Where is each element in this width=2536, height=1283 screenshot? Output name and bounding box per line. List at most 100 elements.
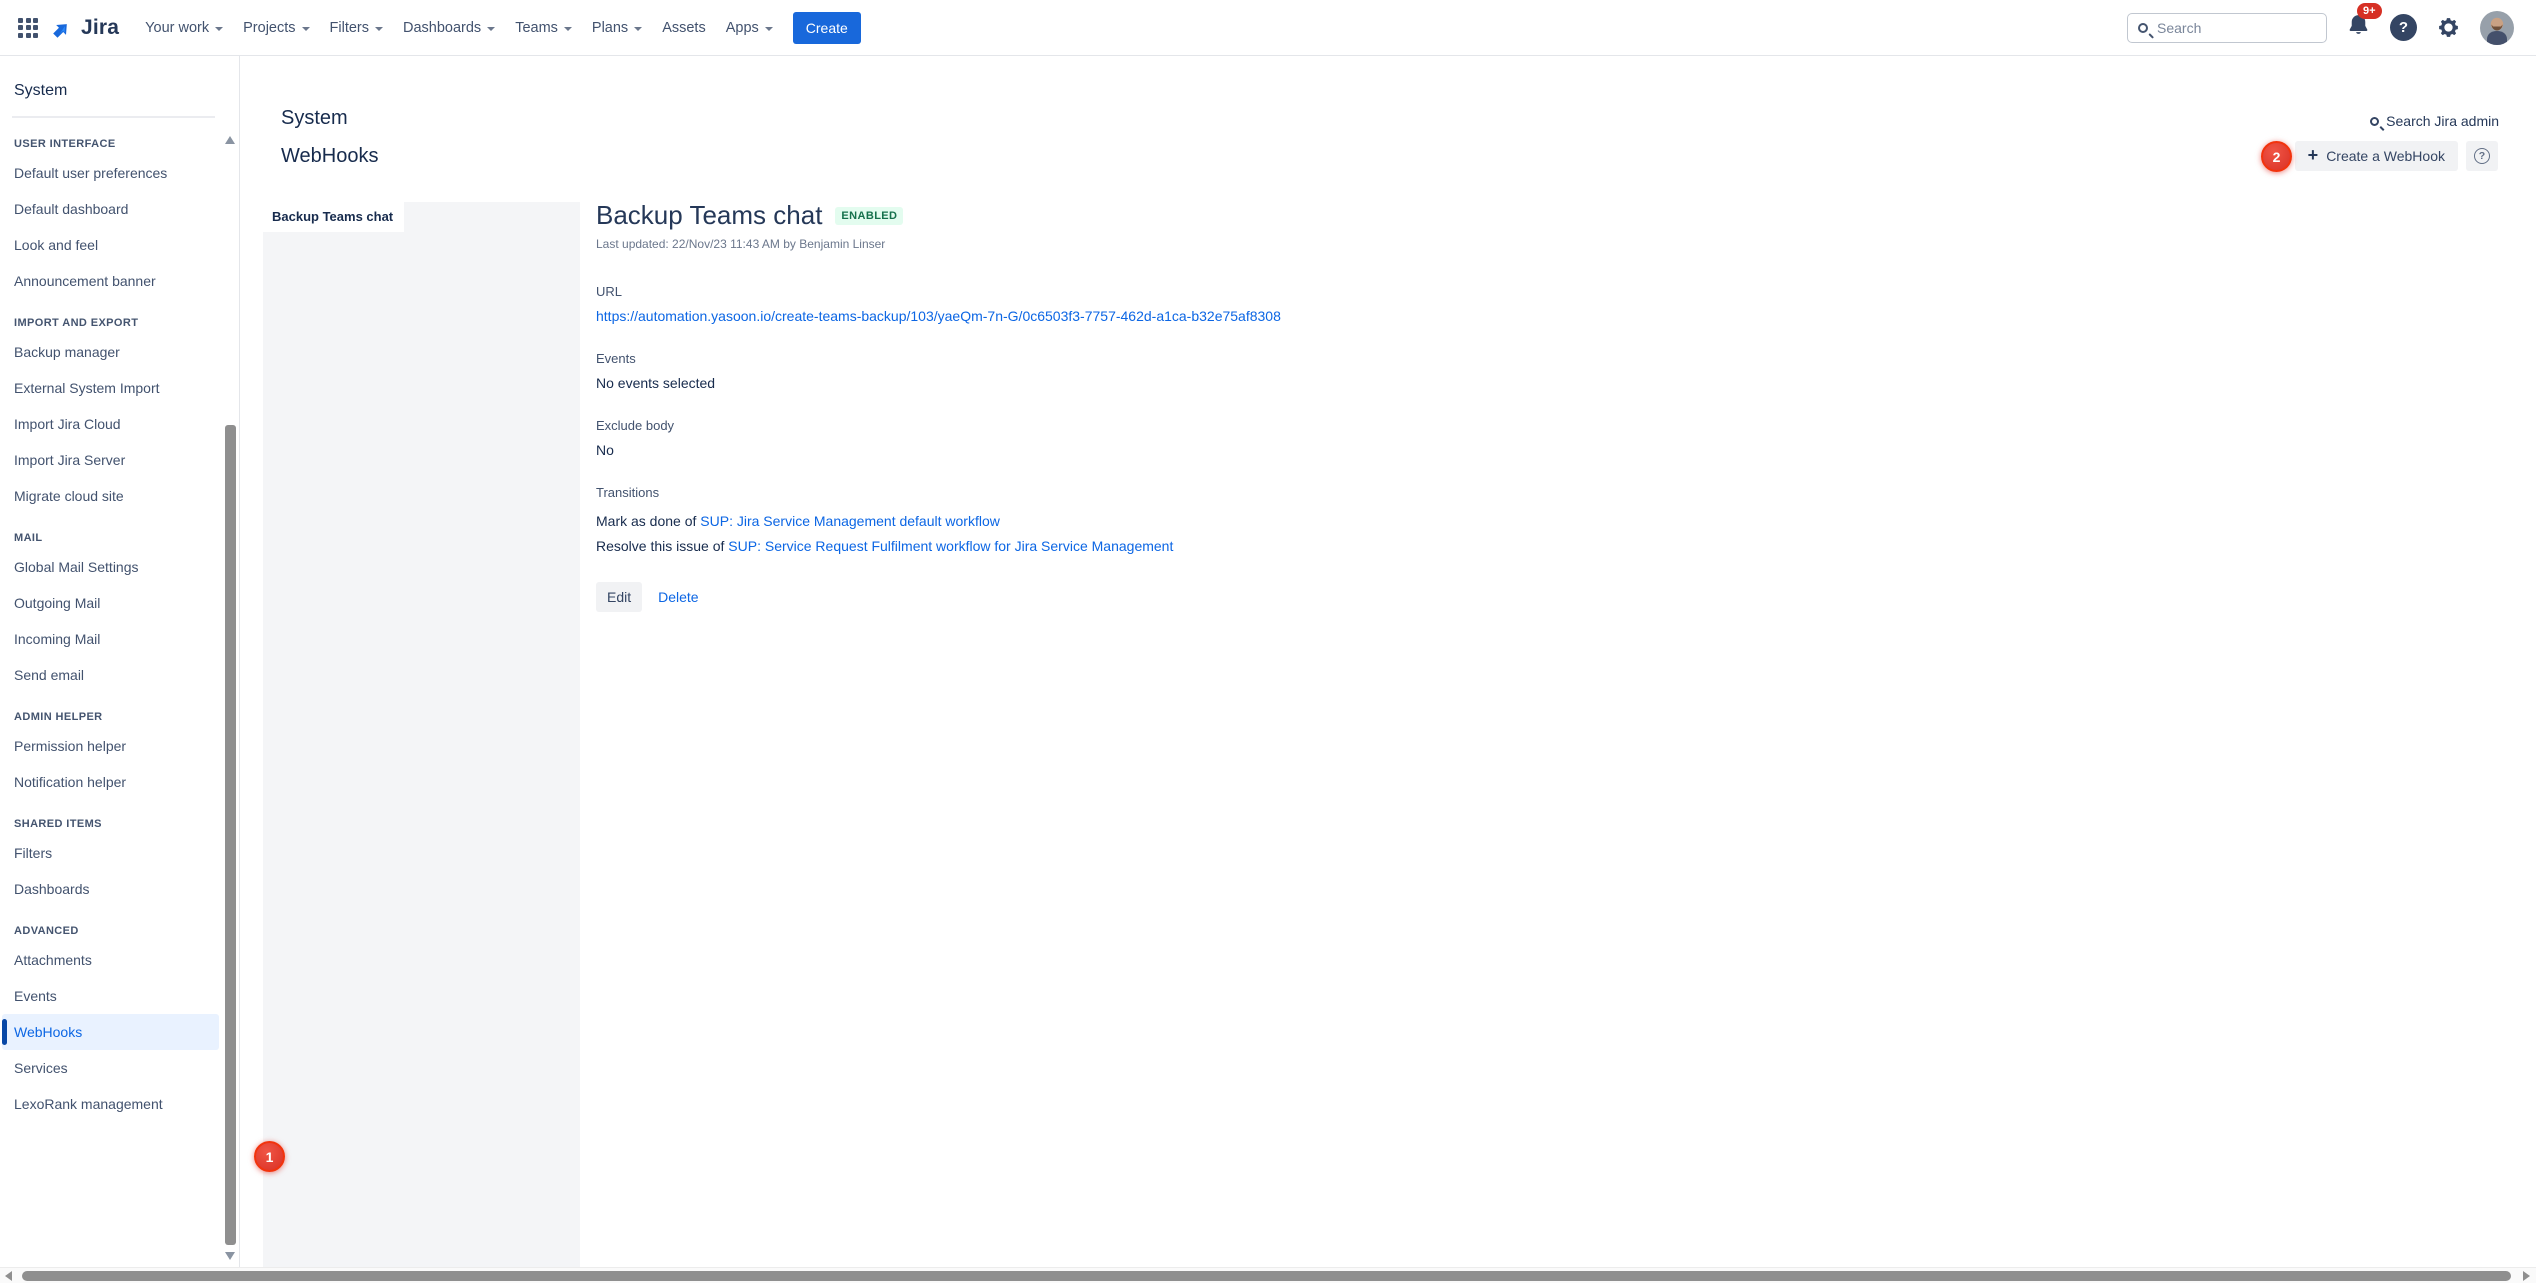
webhook-detail: Backup Teams chat ENABLED Last updated: … <box>596 200 2046 612</box>
exclude-body-label: Exclude body <box>596 418 2046 433</box>
scroll-left-arrow-icon[interactable] <box>5 1271 12 1281</box>
scroll-down-arrow-icon[interactable] <box>225 1252 235 1260</box>
annotation-step-2: 2 <box>2261 141 2292 172</box>
webhook-url-link[interactable]: https://automation.yasoon.io/create-team… <box>596 308 1281 324</box>
sidebar-item-webhooks[interactable]: WebHooks <box>2 1014 219 1050</box>
sidebar-item-events[interactable]: Events <box>0 978 239 1014</box>
main-content: System WebHooks Search Jira admin + Crea… <box>241 56 2536 1267</box>
events-label: Events <box>596 351 2046 366</box>
page-context: System <box>281 107 348 130</box>
chevron-down-icon <box>765 27 773 31</box>
create-button[interactable]: Create <box>793 12 861 44</box>
top-navigation-bar: Jira Your work Projects Filters Dashboar… <box>0 0 2536 56</box>
nav-teams[interactable]: Teams <box>505 11 582 45</box>
webhook-actions: + Create a WebHook ? <box>2295 141 2498 171</box>
sidebar-item-global-mail-settings[interactable]: Global Mail Settings <box>0 549 239 585</box>
last-updated-text: Last updated: 22/Nov/23 11:43 AM by Benj… <box>596 237 2046 251</box>
topbar-right-group: 9+ ? <box>2127 11 2522 45</box>
sidebar-scrollbar-thumb[interactable] <box>225 425 236 1245</box>
webhook-title: Backup Teams chat <box>596 200 822 231</box>
question-mark-icon: ? <box>2399 19 2408 36</box>
sidebar-item-permission-helper[interactable]: Permission helper <box>0 728 239 764</box>
sidebar-item-notification-helper[interactable]: Notification helper <box>0 764 239 800</box>
create-webhook-button[interactable]: + Create a WebHook <box>2295 141 2458 171</box>
sidebar-item-default-dashboard[interactable]: Default dashboard <box>0 191 239 227</box>
sidebar-item-send-email[interactable]: Send email <box>0 657 239 693</box>
sidebar-section-mail: MAIL <box>0 514 239 549</box>
sidebar-item-default-user-preferences[interactable]: Default user preferences <box>0 155 239 191</box>
sidebar-item-migrate-cloud-site[interactable]: Migrate cloud site <box>0 478 239 514</box>
sidebar-item-external-system-import[interactable]: External System Import <box>0 370 239 406</box>
sidebar-item-backup-manager[interactable]: Backup manager <box>0 334 239 370</box>
sidebar-item-look-and-feel[interactable]: Look and feel <box>0 227 239 263</box>
webhook-tab-backup-teams-chat[interactable]: Backup Teams chat <box>263 202 404 232</box>
notifications-button[interactable]: 9+ <box>2346 13 2371 43</box>
sidebar-item-lexorank-management[interactable]: LexoRank management <box>0 1086 239 1122</box>
scroll-right-arrow-icon[interactable] <box>2523 1271 2530 1281</box>
page-title: WebHooks <box>281 145 378 168</box>
sidebar-item-outgoing-mail[interactable]: Outgoing Mail <box>0 585 239 621</box>
horizontal-scrollbar <box>0 1267 2536 1283</box>
sidebar-item-incoming-mail[interactable]: Incoming Mail <box>0 621 239 657</box>
sidebar-item-import-jira-cloud[interactable]: Import Jira Cloud <box>0 406 239 442</box>
search-jira-admin-link[interactable]: Search Jira admin <box>2370 113 2499 129</box>
chevron-down-icon <box>375 27 383 31</box>
nav-apps[interactable]: Apps <box>716 11 783 45</box>
sidebar-item-attachments[interactable]: Attachments <box>0 942 239 978</box>
nav-projects[interactable]: Projects <box>233 11 319 45</box>
horizontal-scrollbar-thumb[interactable] <box>22 1271 2511 1281</box>
search-input[interactable] <box>2157 20 2307 36</box>
nav-assets[interactable]: Assets <box>652 11 716 45</box>
jira-logo-icon <box>50 15 76 41</box>
transitions-label: Transitions <box>596 485 2046 500</box>
primary-nav: Your work Projects Filters Dashboards Te… <box>135 11 783 45</box>
nav-your-work[interactable]: Your work <box>135 11 233 45</box>
sidebar-section-admin-helper: ADMIN HELPER <box>0 693 239 728</box>
jira-logo-text: Jira <box>81 16 119 40</box>
chevron-down-icon <box>564 27 572 31</box>
workflow-link[interactable]: SUP: Service Request Fulfilment workflow… <box>728 538 1173 554</box>
scroll-up-arrow-icon[interactable] <box>225 136 235 144</box>
sidebar-section-advanced: ADVANCED <box>0 907 239 942</box>
settings-gear-icon[interactable] <box>2436 15 2461 40</box>
transition-row: Mark as done of SUP: Jira Service Manage… <box>596 509 2046 534</box>
nav-dashboards[interactable]: Dashboards <box>393 11 505 45</box>
url-label: URL <box>596 284 2046 299</box>
annotation-step-1: 1 <box>254 1141 285 1172</box>
notification-count-badge: 9+ <box>2357 3 2382 19</box>
sidebar-divider <box>12 116 215 118</box>
events-value: No events selected <box>596 375 2046 391</box>
sidebar-scrollbar <box>224 56 237 1267</box>
chevron-down-icon <box>215 27 223 31</box>
status-badge: ENABLED <box>835 207 903 225</box>
delete-link[interactable]: Delete <box>658 589 698 605</box>
webhook-help-button[interactable]: ? <box>2466 141 2498 171</box>
sidebar-item-filters[interactable]: Filters <box>0 835 239 871</box>
sidebar-item-import-jira-server[interactable]: Import Jira Server <box>0 442 239 478</box>
plus-icon: + <box>2308 146 2319 164</box>
nav-plans[interactable]: Plans <box>582 11 652 45</box>
global-search[interactable] <box>2127 13 2327 43</box>
admin-sidebar: System USER INTERFACE Default user prefe… <box>0 56 240 1267</box>
sidebar-section-import-export: IMPORT AND EXPORT <box>0 299 239 334</box>
sidebar-item-announcement-banner[interactable]: Announcement banner <box>0 263 239 299</box>
sidebar-title: System <box>0 56 239 116</box>
search-icon <box>2138 23 2148 33</box>
app-switcher-icon[interactable] <box>18 18 38 38</box>
edit-button[interactable]: Edit <box>596 582 642 612</box>
sidebar-item-dashboards[interactable]: Dashboards <box>0 871 239 907</box>
webhook-list-panel: Backup Teams chat <box>263 202 580 1267</box>
help-button[interactable]: ? <box>2390 14 2417 41</box>
chevron-down-icon <box>302 27 310 31</box>
nav-filters[interactable]: Filters <box>320 11 393 45</box>
sidebar-section-user-interface: USER INTERFACE <box>0 120 239 155</box>
user-avatar[interactable] <box>2480 11 2514 45</box>
sidebar-section-shared-items: SHARED ITEMS <box>0 800 239 835</box>
transition-row: Resolve this issue of SUP: Service Reque… <box>596 534 2046 559</box>
workflow-link[interactable]: SUP: Jira Service Management default wor… <box>700 513 1000 529</box>
search-icon <box>2370 117 2379 126</box>
sidebar-item-services[interactable]: Services <box>0 1050 239 1086</box>
jira-logo[interactable]: Jira <box>50 15 119 41</box>
avatar-photo <box>2480 11 2514 45</box>
question-mark-circle-icon: ? <box>2474 148 2490 164</box>
